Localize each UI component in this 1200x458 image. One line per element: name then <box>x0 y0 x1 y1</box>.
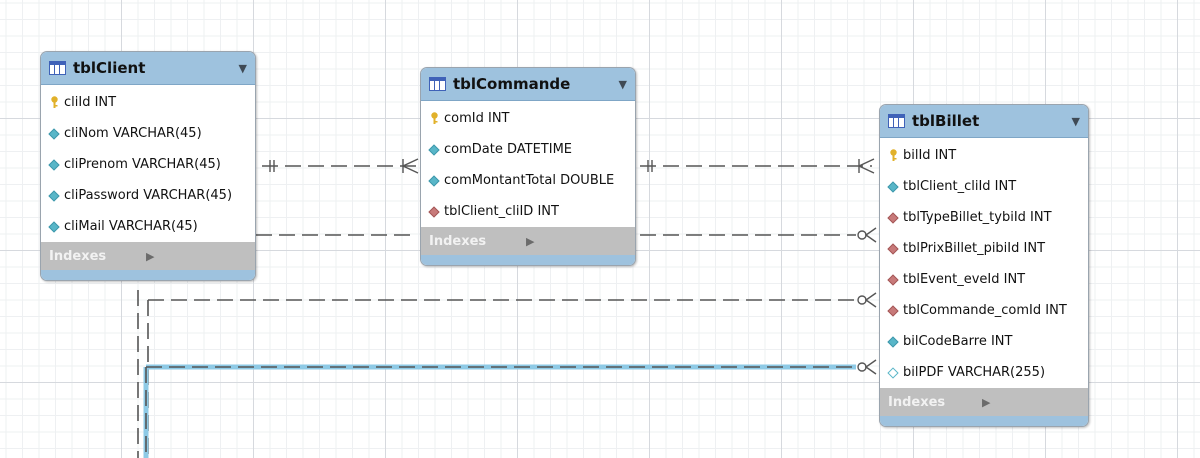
column-row[interactable]: comDate DATETIME <box>421 134 635 165</box>
column-label: tblCommande_comId INT <box>903 303 1067 318</box>
primary-key-icon <box>428 112 440 125</box>
column-label: bilId INT <box>903 148 957 163</box>
indexes-section[interactable]: Indexes ▶ <box>421 227 635 255</box>
primary-key-icon <box>48 96 60 109</box>
table-title: tblClient <box>73 59 146 77</box>
column-label: tblTypeBillet_tybiId INT <box>903 210 1052 225</box>
column-row[interactable]: cliPassword VARCHAR(45) <box>41 180 255 211</box>
indexes-label: Indexes <box>49 248 107 264</box>
column-label: bilCodeBarre INT <box>903 334 1013 349</box>
collapse-arrow-icon[interactable]: ▼ <box>1072 115 1080 128</box>
nullable-column-diamond-icon <box>887 366 899 379</box>
foreign-key-diamond-icon <box>887 304 899 317</box>
foreign-key-diamond-icon <box>887 211 899 224</box>
column-label: comMontantTotal DOUBLE <box>444 173 615 188</box>
column-diamond-icon <box>887 335 899 348</box>
expand-arrow-icon[interactable]: ▶ <box>526 235 623 248</box>
column-diamond-icon <box>48 189 60 202</box>
column-label: tblClient_cliID INT <box>444 204 559 219</box>
column-diamond-icon <box>887 180 899 193</box>
column-diamond-icon <box>428 143 440 156</box>
table-header[interactable]: tblCommande ▼ <box>421 68 635 101</box>
many-marker-icon[interactable] <box>864 227 877 243</box>
column-row[interactable]: comId INT <box>421 103 635 134</box>
primary-key-icon <box>887 149 899 162</box>
table-footer <box>421 255 635 265</box>
column-row[interactable]: cliPrenom VARCHAR(45) <box>41 149 255 180</box>
column-diamond-icon <box>428 174 440 187</box>
column-row[interactable]: comMontantTotal DOUBLE <box>421 165 635 196</box>
column-row[interactable]: bilPDF VARCHAR(255) <box>880 357 1088 388</box>
column-row[interactable]: tblPrixBillet_pibiId INT <box>880 233 1088 264</box>
column-diamond-icon <box>48 220 60 233</box>
column-label: cliMail VARCHAR(45) <box>64 219 198 234</box>
column-row[interactable]: cliId INT <box>41 87 255 118</box>
relationship-selected[interactable] <box>145 366 856 458</box>
column-row[interactable]: tblCommande_comId INT <box>880 295 1088 326</box>
column-label: comDate DATETIME <box>444 142 572 157</box>
column-list: bilId INT tblClient_cliId INT tblTypeBille… <box>880 138 1088 388</box>
collapse-arrow-icon[interactable]: ▼ <box>239 62 247 75</box>
column-list: cliId INT cliNom VARCHAR(45) cliPrenom VAR… <box>41 85 255 242</box>
column-label: tblEvent_eveId INT <box>903 272 1026 287</box>
column-label: cliPassword VARCHAR(45) <box>64 188 233 203</box>
collapse-arrow-icon[interactable]: ▼ <box>619 78 627 91</box>
table-tblclient[interactable]: tblClient ▼ cliId INT cliNom VARCHAR(45) c… <box>40 51 256 281</box>
relationship-highlight-glow[interactable] <box>143 364 856 458</box>
table-title: tblBillet <box>912 112 980 130</box>
column-label: tblPrixBillet_pibiId INT <box>903 241 1046 256</box>
column-row[interactable]: cliNom VARCHAR(45) <box>41 118 255 149</box>
column-label: bilPDF VARCHAR(255) <box>903 365 1046 380</box>
column-row[interactable]: tblEvent_eveId INT <box>880 264 1088 295</box>
indexes-section[interactable]: Indexes ▶ <box>880 388 1088 416</box>
table-tblcommande[interactable]: tblCommande ▼ comId INT comDate DATETIME c… <box>420 67 636 266</box>
column-label: tblClient_cliId INT <box>903 179 1017 194</box>
column-label: cliId INT <box>64 95 117 110</box>
column-label: cliNom VARCHAR(45) <box>64 126 202 141</box>
column-diamond-icon <box>48 158 60 171</box>
foreign-key-diamond-icon <box>887 273 899 286</box>
column-label: comId INT <box>444 111 510 126</box>
column-list: comId INT comDate DATETIME comMontantTotal… <box>421 101 635 227</box>
diagram-canvas: tblClient ▼ cliId INT cliNom VARCHAR(45) c… <box>0 0 1200 458</box>
expand-arrow-icon[interactable]: ▶ <box>146 250 243 263</box>
many-marker-icon[interactable] <box>864 359 877 375</box>
table-header[interactable]: tblBillet ▼ <box>880 105 1088 138</box>
column-diamond-icon <box>48 127 60 140</box>
foreign-key-diamond-icon <box>428 205 440 218</box>
foreign-key-diamond-icon <box>887 242 899 255</box>
table-footer <box>880 416 1088 426</box>
column-row[interactable]: tblTypeBillet_tybiId INT <box>880 202 1088 233</box>
table-footer <box>41 270 255 280</box>
relationship-elbow-b[interactable] <box>147 299 856 458</box>
column-row[interactable]: tblClient_cliID INT <box>421 196 635 227</box>
table-icon <box>49 61 66 75</box>
table-tblbillet[interactable]: tblBillet ▼ bilId INT tblClient_cliId INT… <box>879 104 1089 427</box>
table-title: tblCommande <box>453 75 571 93</box>
column-row[interactable]: bilId INT <box>880 140 1088 171</box>
expand-arrow-icon[interactable]: ▶ <box>982 396 1076 409</box>
table-icon <box>888 114 905 128</box>
table-icon <box>429 77 446 91</box>
indexes-label: Indexes <box>888 394 946 410</box>
many-marker-icon[interactable] <box>864 292 877 308</box>
indexes-label: Indexes <box>429 233 487 249</box>
column-label: cliPrenom VARCHAR(45) <box>64 157 221 172</box>
column-row[interactable]: bilCodeBarre INT <box>880 326 1088 357</box>
column-row[interactable]: tblClient_cliId INT <box>880 171 1088 202</box>
column-row[interactable]: cliMail VARCHAR(45) <box>41 211 255 242</box>
indexes-section[interactable]: Indexes ▶ <box>41 242 255 270</box>
table-header[interactable]: tblClient ▼ <box>41 52 255 85</box>
